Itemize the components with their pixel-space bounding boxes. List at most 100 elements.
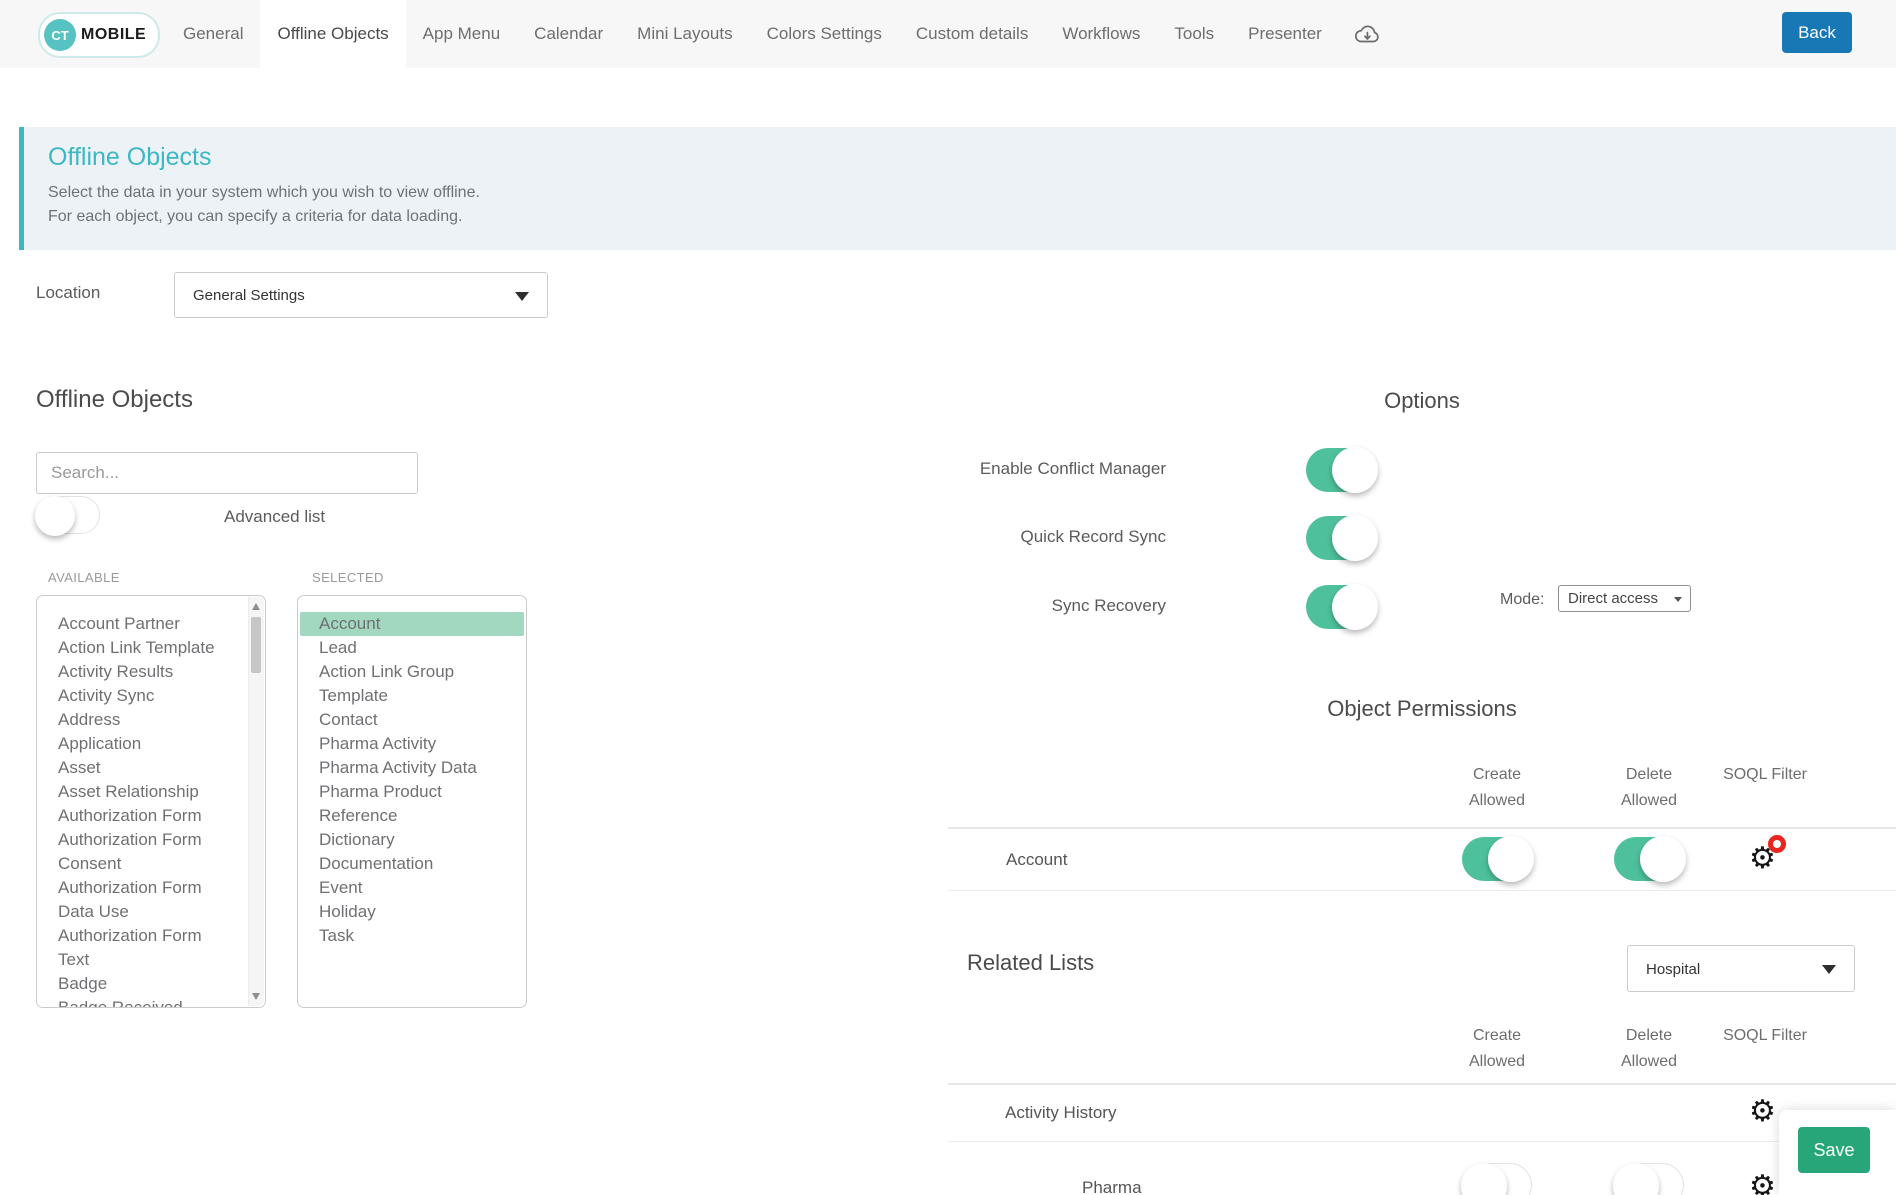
chevron-down-icon <box>515 292 529 301</box>
tab-mini-layouts[interactable]: Mini Layouts <box>620 0 749 68</box>
row-name: Pharma <box>1082 1178 1142 1195</box>
location-label: Location <box>36 283 100 303</box>
save-button[interactable]: Save <box>1798 1127 1870 1173</box>
toggle-knob <box>1613 1163 1659 1195</box>
location-dropdown[interactable]: General Settings <box>174 272 548 318</box>
selected-item[interactable]: Documentation <box>298 852 526 876</box>
toggle-knob <box>1461 1163 1507 1195</box>
selected-item[interactable]: Pharma Product <box>298 780 526 804</box>
table-row-activity-history: Activity History ⚙ <box>948 1085 1896 1142</box>
offline-objects-heading: Offline Objects <box>36 386 193 414</box>
row-name: Account <box>1006 850 1067 870</box>
search-input[interactable] <box>36 452 418 494</box>
ct-mobile-setup-page: CT MOBILE GeneralOffline ObjectsApp Menu… <box>0 0 1896 1195</box>
available-item[interactable]: Account Partner <box>37 612 265 636</box>
object-permissions-heading: Object Permissions <box>948 696 1896 722</box>
column-header-soql-filter: SOQL Filter <box>1720 762 1810 788</box>
selected-item[interactable]: Action Link Group <box>298 660 526 684</box>
soql-filter-gear-icon[interactable]: ⚙ <box>1749 843 1776 875</box>
available-item[interactable]: Authorization Form <box>37 804 265 828</box>
selected-item[interactable]: Pharma Activity <box>298 732 526 756</box>
selected-item[interactable]: Task <box>298 924 526 948</box>
scroll-up-icon[interactable] <box>252 603 260 610</box>
toggle-knob <box>35 496 75 536</box>
mode-label: Mode: <box>1500 591 1544 609</box>
advanced-list-toggle[interactable] <box>36 496 100 534</box>
create-allowed-toggle[interactable] <box>1462 1163 1532 1195</box>
scrollbar-thumb[interactable] <box>251 617 261 673</box>
tab-general[interactable]: General <box>166 0 260 68</box>
toggle-knob <box>1332 515 1378 561</box>
tab-offline-objects[interactable]: Offline Objects <box>260 0 405 68</box>
quick-record-sync-toggle[interactable] <box>1306 516 1376 560</box>
selected-item[interactable]: Lead <box>298 636 526 660</box>
available-item[interactable]: Authorization Form <box>37 828 265 852</box>
column-header-create-allowed: Create Allowed <box>1452 1023 1542 1075</box>
ct-mobile-logo: CT MOBILE <box>38 12 160 58</box>
related-object-value: Hospital <box>1646 961 1700 978</box>
available-item[interactable]: Badge Received <box>37 996 265 1008</box>
available-item[interactable]: Address <box>37 708 265 732</box>
location-value: General Settings <box>193 287 305 304</box>
create-allowed-toggle[interactable] <box>1462 837 1532 881</box>
selected-listbox: AccountLeadAction Link GroupTemplateCont… <box>297 595 527 1008</box>
selected-item[interactable]: Event <box>298 876 526 900</box>
mode-value: Direct access <box>1568 590 1658 607</box>
notification-badge <box>1768 835 1786 853</box>
enable-conflict-manager-label: Enable Conflict Manager <box>948 459 1166 479</box>
mode-dropdown[interactable]: Direct access <box>1558 585 1691 612</box>
selected-item[interactable]: Account <box>300 612 524 636</box>
available-item[interactable]: Activity Sync <box>37 684 265 708</box>
available-item[interactable]: Activity Results <box>37 660 265 684</box>
toggle-knob <box>1332 447 1378 493</box>
save-card: Save <box>1779 1110 1896 1195</box>
toggle-knob <box>1640 836 1686 882</box>
related-lists-heading: Related Lists <box>967 950 1094 976</box>
available-item[interactable]: Action Link Template <box>37 636 265 660</box>
selected-item[interactable]: Pharma Activity Data <box>298 756 526 780</box>
table-row-pharma: Pharma ⚙ <box>948 1141 1896 1195</box>
selected-item[interactable]: Dictionary <box>298 828 526 852</box>
available-item[interactable]: Application <box>37 732 265 756</box>
column-header-delete-allowed: Delete Allowed <box>1604 1023 1694 1075</box>
advanced-list-label: Advanced list <box>224 507 325 527</box>
tab-app-menu[interactable]: App Menu <box>406 0 518 68</box>
delete-allowed-toggle[interactable] <box>1614 1163 1684 1195</box>
sync-recovery-label: Sync Recovery <box>948 596 1166 616</box>
related-object-dropdown[interactable]: Hospital <box>1627 945 1855 992</box>
available-scrollbar[interactable] <box>248 597 264 1006</box>
available-list-label: AVAILABLE <box>48 570 120 585</box>
table-row-account: Account ⚙ <box>948 829 1896 891</box>
quick-record-sync-label: Quick Record Sync <box>948 527 1166 547</box>
delete-allowed-toggle[interactable] <box>1614 837 1684 881</box>
selected-item[interactable]: Holiday <box>298 900 526 924</box>
enable-conflict-manager-toggle[interactable] <box>1306 448 1376 492</box>
toggle-knob <box>1488 836 1534 882</box>
options-heading: Options <box>948 388 1896 414</box>
available-item[interactable]: Asset <box>37 756 265 780</box>
selected-item[interactable]: Reference <box>298 804 526 828</box>
logo-ct-badge: CT <box>44 19 76 51</box>
scroll-down-icon[interactable] <box>252 993 260 1000</box>
tab-calendar[interactable]: Calendar <box>517 0 620 68</box>
column-header-delete-allowed: Delete Allowed <box>1604 762 1694 814</box>
row-name: Activity History <box>1005 1103 1116 1123</box>
soql-filter-gear-icon[interactable]: ⚙ <box>1749 1171 1776 1195</box>
selected-item[interactable]: Template <box>298 684 526 708</box>
available-item[interactable]: Consent <box>37 852 265 876</box>
available-item[interactable]: Authorization Form <box>37 924 265 948</box>
sync-recovery-toggle[interactable] <box>1306 585 1376 629</box>
chevron-down-icon <box>1822 965 1836 974</box>
available-item[interactable]: Authorization Form <box>37 876 265 900</box>
selected-list-label: SELECTED <box>312 570 384 585</box>
available-listbox: Account PartnerAction Link TemplateActiv… <box>36 595 266 1008</box>
selected-item[interactable]: Contact <box>298 708 526 732</box>
tab-colors-settings[interactable]: Colors Settings <box>750 0 899 68</box>
available-item[interactable]: Text <box>37 948 265 972</box>
available-item[interactable]: Badge <box>37 972 265 996</box>
available-item[interactable]: Data Use <box>37 900 265 924</box>
toggle-knob <box>1332 584 1378 630</box>
settings-panel: Options Enable Conflict Manager Quick Rec… <box>948 0 1896 1195</box>
soql-filter-gear-icon[interactable]: ⚙ <box>1749 1096 1776 1128</box>
available-item[interactable]: Asset Relationship <box>37 780 265 804</box>
